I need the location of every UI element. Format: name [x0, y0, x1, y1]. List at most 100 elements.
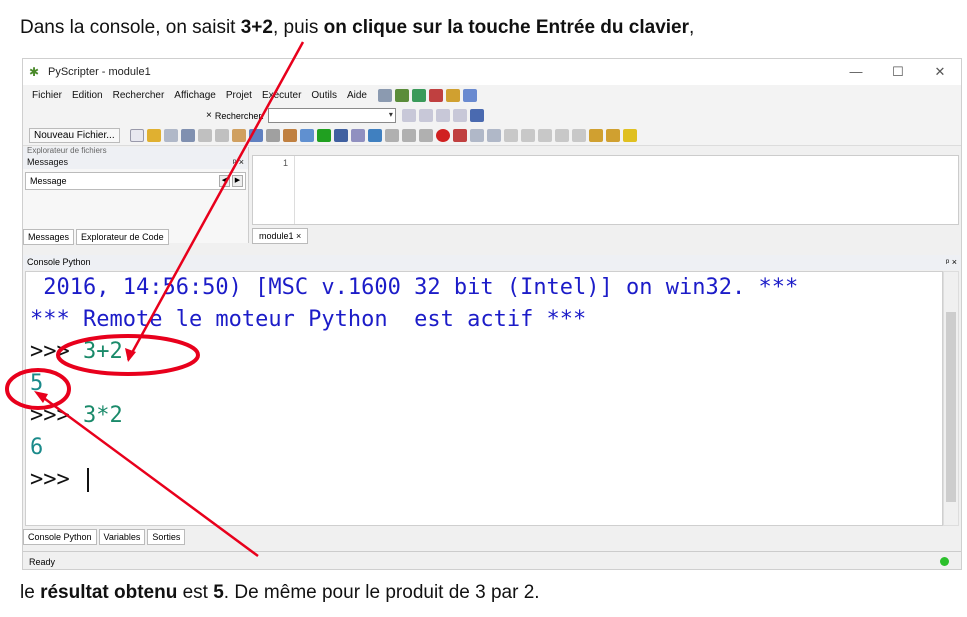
forward-icon[interactable]: [486, 129, 501, 142]
paste-icon[interactable]: [231, 129, 246, 142]
messages-list: Message ◀ ▶: [25, 172, 246, 190]
file-explorer-title: Explorateur de fichiers: [27, 147, 107, 155]
pause-icon[interactable]: [401, 129, 416, 142]
redo-icon[interactable]: [265, 129, 280, 142]
menu-edition[interactable]: Edition: [67, 90, 108, 101]
status-indicator-icon: [940, 557, 949, 566]
clear-breakpoints-icon[interactable]: [452, 129, 467, 142]
zoom-in-icon[interactable]: [588, 129, 603, 142]
find-next-icon[interactable]: [401, 109, 416, 122]
find-prev-icon[interactable]: [418, 109, 433, 122]
console-line: 5: [30, 368, 942, 400]
python-icon[interactable]: [411, 88, 426, 102]
list-icon[interactable]: [554, 129, 569, 142]
console-line: >>> 3+2: [30, 336, 942, 368]
caption-top-bold-2: on clique sur la touche Entrée du clavie…: [323, 17, 689, 38]
caption-bottom-bold-2: 5: [213, 582, 224, 603]
menu-fichier[interactable]: Fichier: [27, 90, 67, 101]
console-line: 6: [30, 432, 942, 464]
console-prompt: >>>: [30, 403, 83, 428]
menu-executer[interactable]: Exécuter: [257, 90, 306, 101]
layout-icon[interactable]: [377, 88, 392, 102]
menu-affichage[interactable]: Affichage: [169, 90, 221, 101]
title-bar: ✱ PyScripter - module1 — ☐ ✕: [23, 59, 961, 85]
caption-top-text-3: ,: [689, 17, 695, 38]
console-scroll-thumb[interactable]: [946, 312, 956, 502]
search-options-icon[interactable]: [469, 109, 484, 122]
menu-bar: Fichier Edition Rechercher Affichage Pro…: [23, 85, 961, 105]
console-prompt: >>>: [30, 467, 83, 492]
console-line: >>>: [30, 464, 942, 496]
tab-sorties[interactable]: Sorties: [147, 529, 186, 545]
menu-outils[interactable]: Outils: [306, 90, 342, 101]
console-line: *** Remote le moteur Python est actif **…: [30, 304, 942, 336]
maximize-button[interactable]: ☐: [877, 64, 919, 80]
line-number: 1: [253, 156, 295, 224]
close-button[interactable]: ✕: [919, 64, 961, 80]
console-result-text: 6: [30, 435, 44, 460]
step-out-icon[interactable]: [384, 129, 399, 142]
tab-code-explorer[interactable]: Explorateur de Code: [76, 229, 169, 245]
window-icon[interactable]: [299, 129, 314, 142]
step-over-icon[interactable]: [350, 129, 365, 142]
zoom-out-icon[interactable]: [605, 129, 620, 142]
tab-variables[interactable]: Variables: [98, 529, 146, 545]
highlight-icon[interactable]: [435, 109, 450, 122]
comment-icon[interactable]: [537, 129, 552, 142]
indent-icon[interactable]: [503, 129, 518, 142]
scroll-left-icon[interactable]: ◀: [219, 175, 230, 187]
search-label: Rechercher:: [214, 110, 264, 121]
tab-module1[interactable]: module1 ×: [252, 228, 309, 244]
menu-toolbar-icons: [377, 88, 477, 102]
menu-projet[interactable]: Projet: [221, 90, 257, 101]
status-text: Ready: [29, 557, 56, 567]
find-icon[interactable]: [445, 88, 460, 102]
dropdown-arrow-icon[interactable]: ▾: [389, 110, 393, 119]
python-console[interactable]: 2016, 14:56:50) [MSC v.1600 32 bit (Inte…: [25, 271, 943, 526]
minimize-button[interactable]: —: [835, 64, 877, 80]
code-editor[interactable]: 1: [252, 155, 959, 225]
messages-pin-close-icon[interactable]: ᵖ ×: [233, 155, 248, 169]
console-banner-text: 2016, 14:56:50) [MSC v.1600 32 bit (Inte…: [30, 275, 799, 300]
run-icon[interactable]: [316, 129, 331, 142]
console-input-text: 3*2: [82, 403, 123, 428]
bottom-tabs: Console Python Variables Sorties: [23, 529, 187, 545]
stop-icon[interactable]: [418, 129, 433, 142]
help-icon[interactable]: [462, 88, 477, 102]
menu-rechercher[interactable]: Rechercher: [108, 90, 170, 101]
menu-aide[interactable]: Aide: [342, 90, 372, 101]
messages-header: Messages ᵖ ×: [23, 155, 248, 169]
save-icon[interactable]: [163, 129, 178, 142]
scroll-right-icon[interactable]: ▶: [232, 175, 243, 187]
search-toolbar-icons: [401, 109, 484, 122]
console-prompt: >>>: [30, 339, 83, 364]
undo-icon[interactable]: [248, 129, 263, 142]
new-file-button[interactable]: Nouveau Fichier...: [29, 128, 120, 143]
pyscripter-app-icon: ✱: [29, 65, 40, 79]
replace-icon[interactable]: [452, 109, 467, 122]
search-toolbar: × Rechercher: ▾: [23, 105, 961, 126]
refresh-icon[interactable]: [428, 88, 443, 102]
console-banner-text: *** Remote le moteur Python est actif **…: [30, 307, 587, 332]
step-into-icon[interactable]: [367, 129, 382, 142]
console-pin-close-icon[interactable]: ᵖ ×: [946, 255, 961, 270]
close-search-icon[interactable]: ×: [206, 110, 212, 121]
step-icon[interactable]: [333, 129, 348, 142]
pilcrow-icon[interactable]: [571, 129, 586, 142]
tab-console-python[interactable]: Console Python: [23, 529, 97, 545]
lightning-icon[interactable]: [622, 129, 637, 142]
debug-icon[interactable]: [282, 129, 297, 142]
new-icon[interactable]: [129, 129, 144, 142]
cut-icon[interactable]: [197, 129, 212, 142]
open-icon[interactable]: [146, 129, 161, 142]
console-result-text: 5: [30, 371, 44, 396]
dedent-icon[interactable]: [520, 129, 535, 142]
search-input[interactable]: ▾: [267, 108, 396, 123]
editor-view-icon[interactable]: [394, 88, 409, 102]
save-all-icon[interactable]: [180, 129, 195, 142]
tab-messages[interactable]: Messages: [23, 229, 75, 245]
copy-icon[interactable]: [214, 129, 229, 142]
breakpoint-icon[interactable]: [435, 129, 450, 142]
console-scrollbar[interactable]: [943, 271, 959, 526]
back-icon[interactable]: [469, 129, 484, 142]
